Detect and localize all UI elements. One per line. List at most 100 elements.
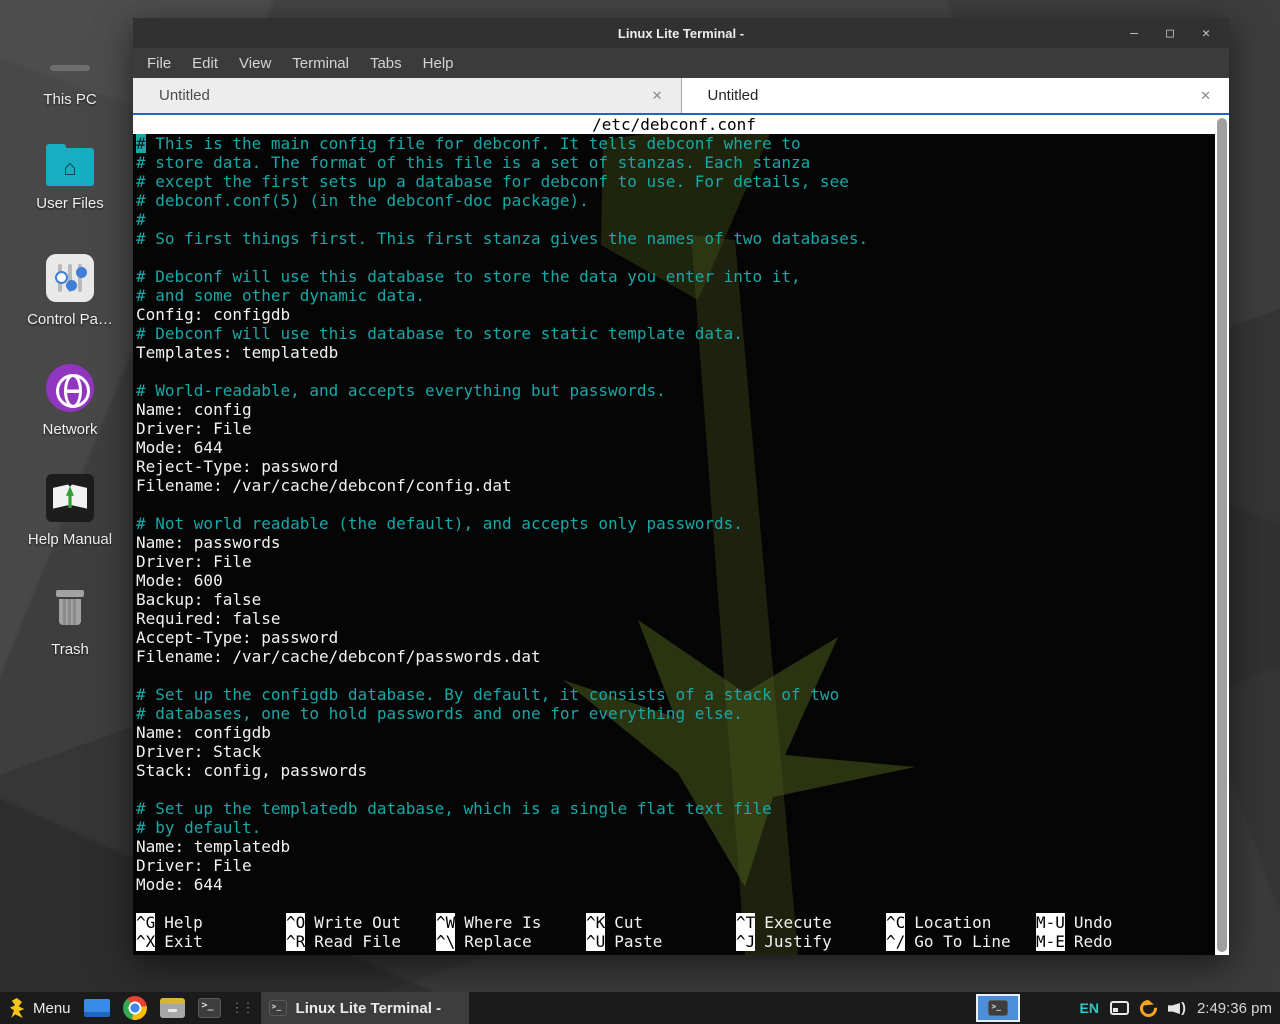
terminal-scrollbar[interactable]: [1215, 115, 1229, 955]
desktop-icon-help-manual[interactable]: Help Manual: [10, 470, 130, 580]
terminal-line: Mode: 600: [136, 571, 1229, 590]
shortcut-label: Exit: [164, 932, 203, 951]
menu-item-file[interactable]: File: [147, 55, 171, 72]
shortcut-key: ^W: [436, 913, 455, 932]
terminal-line: Name: config: [136, 400, 1229, 419]
terminal-icon: [269, 1000, 287, 1016]
desktop-icon-network[interactable]: Network: [10, 360, 130, 470]
window-titlebar[interactable]: Linux Lite Terminal - – □ ✕: [133, 18, 1229, 48]
terminal-line: [136, 495, 1229, 514]
terminal-line: # and some other dynamic data.: [136, 286, 1229, 305]
terminal-line: # This is the main config file for debco…: [136, 134, 1229, 153]
volume-icon[interactable]: [1168, 1000, 1186, 1016]
menu-item-view[interactable]: View: [239, 55, 271, 72]
nano-shortcut: ^UPaste: [586, 932, 736, 951]
shortcut-label: Location: [914, 913, 991, 932]
nano-shortcut: ^/Go To Line: [886, 932, 1036, 951]
desktop-icon-trash[interactable]: Trash: [10, 580, 130, 690]
menu-item-help[interactable]: Help: [423, 55, 454, 72]
terminal-line: # Debconf will use this database to stor…: [136, 324, 1229, 343]
terminal-icon: [988, 1000, 1008, 1016]
shortcut-key: ^O: [286, 913, 305, 932]
terminal-line: Mode: 644: [136, 875, 1229, 894]
desktop-launcher-icon[interactable]: [84, 999, 110, 1017]
terminal-line: Driver: File: [136, 552, 1229, 571]
shortcut-label: Write Out: [314, 913, 401, 932]
task-button[interactable]: Linux Lite Terminal -: [261, 992, 470, 1024]
terminal-line: # Set up the templatedb database, which …: [136, 799, 1229, 818]
terminal-line: # debconf.conf(5) (in the debconf-doc pa…: [136, 191, 1229, 210]
desktop-icon-label: Trash: [51, 641, 89, 658]
desktop-icon-this-pc[interactable]: This PC: [10, 30, 130, 140]
clock[interactable]: 2:49:36 pm: [1197, 1000, 1272, 1017]
shortcut-row-1: ^GHelp^OWrite Out^WWhere Is^KCut^TExecut…: [133, 913, 1215, 932]
shortcut-key: M-U: [1036, 913, 1065, 932]
file-manager-icon[interactable]: [160, 998, 185, 1018]
desktop-icon-label: Control Pa…: [27, 311, 113, 328]
close-button[interactable]: ✕: [1199, 26, 1213, 41]
terminal-line: Accept-Type: password: [136, 628, 1229, 647]
terminal-line: [136, 248, 1229, 267]
folder-home-icon: [46, 148, 94, 186]
shortcut-key: ^G: [136, 913, 155, 932]
menu-item-terminal[interactable]: Terminal: [292, 55, 349, 72]
terminal-window: Linux Lite Terminal - – □ ✕ File Edit View…: [133, 18, 1229, 955]
terminal-glyph-icon[interactable]: [198, 998, 221, 1018]
trash-icon: [46, 584, 94, 632]
tab-close-icon[interactable]: ✕: [1200, 88, 1211, 104]
shortcut-label: Redo: [1074, 932, 1113, 951]
terminal-line: # databases, one to hold passwords and o…: [136, 704, 1229, 723]
tab-label: Untitled: [708, 87, 1201, 104]
menu-label: Menu: [33, 1000, 71, 1017]
nano-shortcut: ^JJustify: [736, 932, 886, 951]
network-globe-icon: [46, 364, 94, 412]
terminal-line: Driver: Stack: [136, 742, 1229, 761]
terminal-line: Config: configdb: [136, 305, 1229, 324]
shortcut-label: Paste: [614, 932, 662, 951]
menu-item-tabs[interactable]: Tabs: [370, 55, 402, 72]
nano-shortcut: ^\Replace: [436, 932, 586, 951]
minimize-button[interactable]: –: [1127, 26, 1141, 41]
shortcut-key: ^K: [586, 913, 605, 932]
shortcut-label: Execute: [764, 913, 831, 932]
update-icon[interactable]: [1136, 996, 1160, 1020]
desktop-icon-control-pa[interactable]: Control Pa…: [10, 250, 130, 360]
display-icon[interactable]: [1110, 1001, 1129, 1015]
shortcut-key: ^R: [286, 932, 305, 951]
tab-1[interactable]: Untitled✕: [133, 78, 681, 113]
nano-shortcut: ^T Execute: [736, 913, 886, 932]
nano-cursor: #: [136, 134, 146, 153]
tab-bar: Untitled✕Untitled✕: [133, 78, 1229, 113]
laptop-icon: [46, 34, 94, 82]
nano-shortcut: ^CLocation: [886, 913, 1036, 932]
tab-close-icon[interactable]: ✕: [652, 88, 663, 104]
nano-shortcut: ^GHelp: [136, 913, 286, 932]
system-tray: EN 2:49:36 pm: [976, 994, 1272, 1022]
terminal-line: # except the first sets up a database fo…: [136, 172, 1229, 191]
shortcut-key: ^T: [736, 913, 755, 932]
taskbar-separator[interactable]: ⋮⋮: [231, 1000, 253, 1016]
nano-editor[interactable]: GNU nano 7.2 /etc/debconf.conf # This is…: [133, 115, 1229, 955]
language-indicator[interactable]: EN: [1079, 1000, 1098, 1016]
shortcut-label: Undo: [1074, 913, 1113, 932]
shortcut-key: M-E: [1036, 932, 1065, 951]
terminal-line: [136, 666, 1229, 685]
shortcut-key: ^/: [886, 932, 905, 951]
shortcut-label: Replace: [464, 932, 531, 951]
shortcut-label: Read File: [314, 932, 401, 951]
scrollbar-thumb[interactable]: [1217, 118, 1227, 952]
chrome-icon[interactable]: [123, 996, 147, 1020]
help-manual-icon: [46, 474, 94, 522]
shortcut-label: Cut: [614, 913, 643, 932]
terminal-line: # So first things first. This first stan…: [136, 229, 1229, 248]
menu-item-edit[interactable]: Edit: [192, 55, 218, 72]
maximize-button[interactable]: □: [1163, 26, 1177, 41]
terminal-line: Driver: File: [136, 856, 1229, 875]
desktop-icon-user-files[interactable]: User Files: [10, 140, 130, 250]
menu-button[interactable]: Menu: [10, 998, 71, 1018]
tray-terminal-preview-button[interactable]: [976, 994, 1020, 1022]
desktop-icon-label: This PC: [43, 91, 96, 108]
menu-bar: File Edit View Terminal Tabs Help: [133, 48, 1229, 78]
terminal-line: Filename: /var/cache/debconf/config.dat: [136, 476, 1229, 495]
tab-2[interactable]: Untitled✕: [681, 78, 1230, 113]
